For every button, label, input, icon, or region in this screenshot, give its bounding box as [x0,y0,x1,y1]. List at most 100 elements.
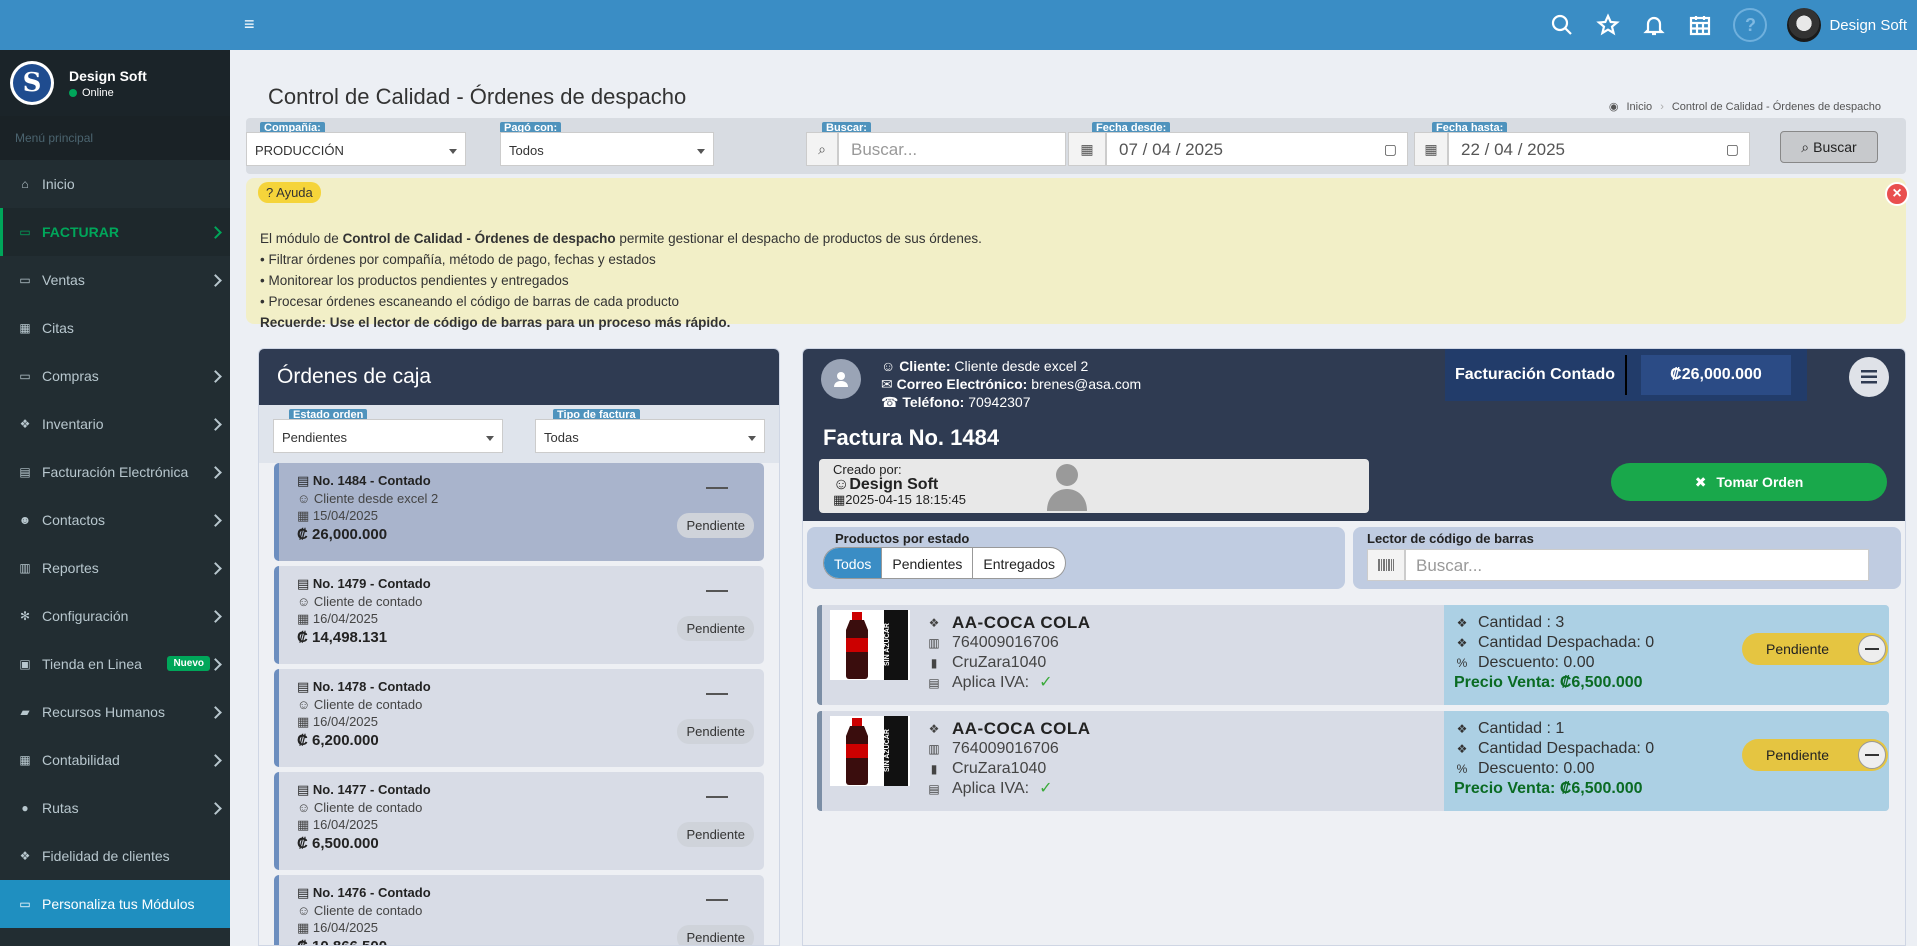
avatar [1787,8,1822,42]
calendar-icon: ▦ [297,920,310,935]
take-order-button[interactable]: ✖ Tomar Orden [1611,463,1887,501]
invoice-panel: ☺ Cliente: Cliente desde excel 2 ✉ Corre… [802,348,1906,946]
breadcrumb: ◉ Inicio › Control de Calidad - Órdenes … [1608,100,1881,114]
invoice-number: Factura No. 1484 [823,425,1000,450]
user-menu[interactable]: Design Soft [1787,8,1907,42]
sidebar-item-inicio[interactable]: ⌂ Inicio [0,160,230,208]
pending-toggle-button[interactable]: Pendiente [1742,739,1888,771]
filters-bar: Compañía: PRODUCCIÓN Pagó con: Todos Bus… [246,118,1906,174]
help-tag: ? Ayuda [258,182,321,203]
calendar-icon[interactable]: ▢ [1384,141,1397,158]
menu-icon[interactable] [1849,357,1889,397]
search-icon: ⌕ [806,132,838,166]
new-badge: Nuevo [167,656,210,671]
invoice-type-box: Facturación Contado ₡26,000.000 [1445,349,1807,401]
page-title: Control de Calidad - Órdenes de despacho [268,84,687,109]
status-badge: Pendiente [677,513,754,538]
cubes-icon: ❖ [1456,722,1468,736]
sidebar-item-personaliza[interactable]: ▭ Personaliza tus Módulos [0,880,230,928]
order-card[interactable]: ▤ No. 1478 - Contado ☺ Cliente de contad… [274,669,764,767]
calendar-icon: ▦ [297,611,310,626]
online-status: Online [69,87,147,99]
segment-todos[interactable]: Todos [824,548,883,578]
chevron-down-icon [486,436,494,441]
top-bar: ≡ ? Design Soft [0,0,1917,50]
search-input[interactable]: Buscar... [838,132,1066,166]
menu-caption: Menú principal [0,116,230,160]
main-content: Control de Calidad - Órdenes de despacho… [230,50,1917,946]
status-badge: Pendiente [677,822,754,847]
sidebar-item-facturacion-electronica[interactable]: ▤ Facturación Electrónica [0,448,230,496]
sidebar-item-citas[interactable]: ▦ Citas [0,304,230,352]
minus-icon [1858,741,1886,769]
segment-entregados[interactable]: Entregados [973,548,1065,578]
tools-icon: ✖ [1694,473,1707,490]
sidebar-item-contabilidad[interactable]: ▦ Contabilidad [0,736,230,784]
order-card[interactable]: ▤ No. 1484 - Contado ☺ Cliente desde exc… [274,463,764,561]
columns-icon: ▮ [930,762,938,776]
chevron-right-icon [212,510,222,530]
sidebar-item-recursos-humanos[interactable]: ▰ Recursos Humanos [0,688,230,736]
document-icon: ▤ [297,473,310,488]
cart-icon: ▭ [19,369,31,383]
bell-icon[interactable] [1641,12,1667,38]
sidebar-item-rutas[interactable]: ● Rutas [0,784,230,832]
gear-icon: ✻ [19,609,31,623]
order-card[interactable]: ▤ No. 1476 - Contado ☺ Cliente de contad… [274,875,764,945]
help-intro: El módulo de Control de Calidad - Órdene… [260,231,982,246]
sidebar-item-compras[interactable]: ▭ Compras [0,352,230,400]
chevron-right-icon [212,798,222,818]
phone-icon: ☎ [881,394,899,410]
order-card[interactable]: ▤ No. 1479 - Contado ☺ Cliente de contad… [274,566,764,664]
invoice-header: ☺ Cliente: Cliente desde excel 2 ✉ Corre… [803,349,1905,521]
invoice-type-select[interactable]: Todas [535,419,765,453]
chevron-right-icon [212,750,222,770]
sidebar-item-facturar[interactable]: ▭ FACTURAR [0,208,230,256]
close-icon[interactable]: × [1885,182,1909,206]
date-to-input[interactable]: 22 / 04 / 2025 ▢ [1448,132,1750,166]
briefcase-icon: ▰ [20,705,30,719]
cubes-icon: ❖ [928,616,940,630]
sidebar-item-reportes[interactable]: ▥ Reportes [0,544,230,592]
barcode-input[interactable]: Buscar... [1405,549,1869,581]
minus-icon [706,899,728,901]
search-button[interactable]: ⌕ Buscar [1780,131,1878,163]
calendar-icon[interactable] [1687,12,1713,38]
status-badge: Pendiente [677,925,754,945]
pending-toggle-button[interactable]: Pendiente [1742,633,1888,665]
help-icon[interactable]: ? [1733,8,1768,42]
document-icon: ▤ [297,885,310,900]
payment-select[interactable]: Todos [500,132,714,166]
bank-icon: ▤ [928,676,940,690]
company-logo: S [10,61,54,105]
sidebar-item-configuracion[interactable]: ✻ Configuración [0,592,230,640]
user-icon: ☺ [297,903,311,918]
company-select[interactable]: PRODUCCIÓN [246,132,466,166]
star-icon[interactable] [1595,12,1621,38]
cubes-icon: ❖ [19,849,31,863]
search-icon: ⌕ [1801,138,1810,155]
user-icon: ☺ [297,800,311,815]
cubes-icon: ❖ [1456,616,1468,630]
breadcrumb-home[interactable]: Inicio [1627,101,1653,113]
minus-icon [706,796,728,798]
document-icon: ▤ [19,465,31,479]
calendar-icon[interactable]: ▢ [1726,141,1739,158]
user-icon: ☺ [297,697,311,712]
search-icon[interactable] [1549,12,1575,38]
sidebar-item-inventario[interactable]: ❖ Inventario [0,400,230,448]
sidebar-item-ventas[interactable]: ▭ Ventas [0,256,230,304]
chevron-right-icon [212,606,222,626]
state-select[interactable]: Pendientes [273,419,503,453]
date-from-input[interactable]: 07 / 04 / 2025 ▢ [1106,132,1408,166]
menu-toggle-icon[interactable]: ≡ [244,15,258,33]
home-icon: ⌂ [21,177,29,191]
orders-title: Órdenes de caja [259,349,779,405]
sidebar-item-fidelidad[interactable]: ❖ Fidelidad de clientes [0,832,230,880]
segment-pendientes[interactable]: Pendientes [882,548,974,578]
barcode-icon [1367,549,1405,581]
bar-chart-icon: ▥ [19,561,31,575]
order-card[interactable]: ▤ No. 1477 - Contado ☺ Cliente de contad… [274,772,764,870]
sidebar-item-contactos[interactable]: ☻ Contactos [0,496,230,544]
sidebar-item-tienda-en-linea[interactable]: ▣ Tienda en Linea Nuevo [0,640,230,688]
